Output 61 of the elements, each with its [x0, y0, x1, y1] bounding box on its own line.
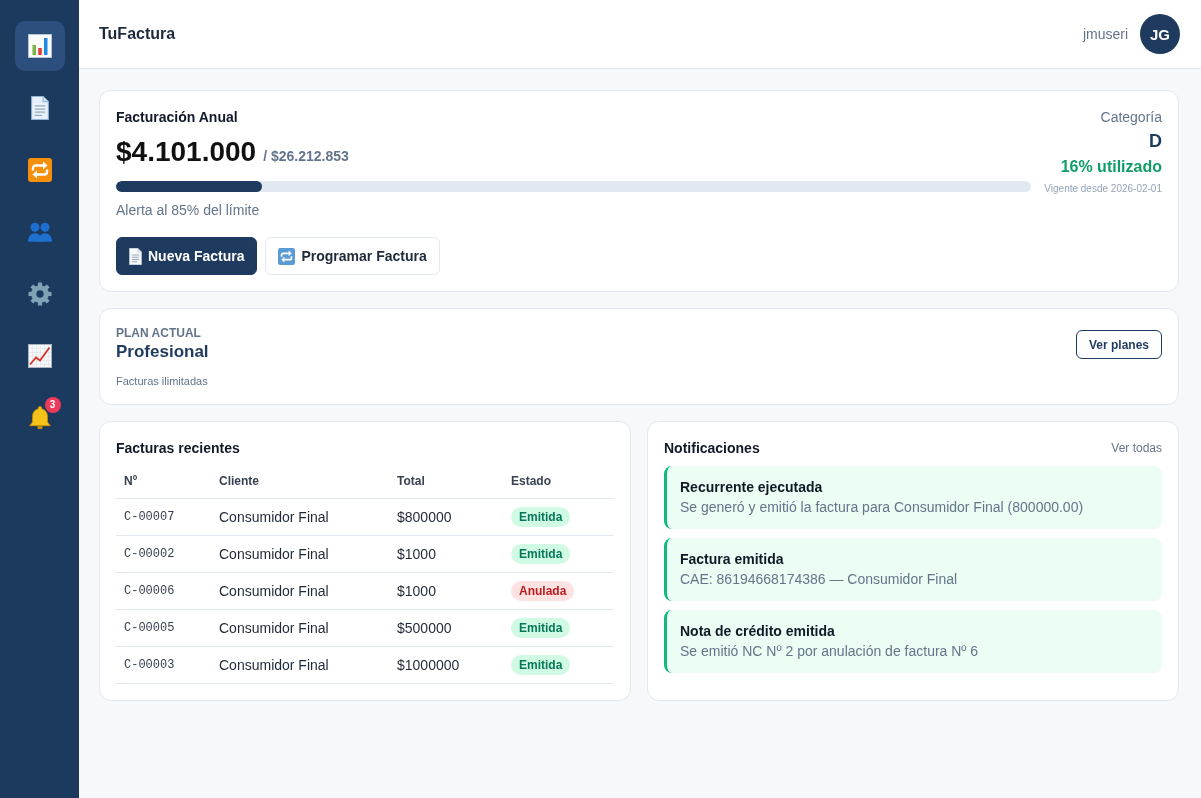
- notification-message: Se emitió NC Nº 2 por anulación de factura Nº 6: [680, 642, 980, 661]
- document-icon: [129, 247, 142, 265]
- bell-icon: [28, 406, 51, 430]
- column-header: Nº: [116, 464, 211, 499]
- table-cell: Consumidor Final: [211, 609, 389, 647]
- category-value: D: [1149, 130, 1162, 153]
- new-invoice-button[interactable]: Nueva Factura: [116, 237, 258, 275]
- notification-title: Nota de crédito emitida: [680, 622, 836, 641]
- table-cell: $500000: [389, 609, 503, 647]
- usage-text: 16% utilizado: [1060, 157, 1162, 177]
- plan-name: Profesional: [116, 341, 209, 363]
- category-label: Categoría: [1100, 108, 1162, 127]
- table-cell: Consumidor Final: [211, 572, 389, 610]
- username-label: jmuseri: [1082, 26, 1128, 42]
- count-badge: 3: [44, 397, 61, 413]
- status-badge: Anulada: [511, 581, 575, 601]
- notification-title: Factura emitida: [680, 550, 785, 569]
- refresh-icon: [278, 247, 296, 265]
- column-header: Total: [389, 464, 503, 499]
- status-badge: Emitida: [511, 544, 571, 564]
- section-label: PLAN ACTUAL: [116, 325, 202, 341]
- notification-message: CAE: 86194668174386 — Consumidor Final: [680, 570, 959, 589]
- table-cell: $1000000: [389, 646, 503, 684]
- app-title: TuFactura: [99, 25, 176, 43]
- view-all-link[interactable]: Ver todas: [1111, 441, 1162, 455]
- table-cell: C-00003: [116, 646, 211, 684]
- user-avatar[interactable]: JG: [1140, 14, 1180, 54]
- table-cell: $1000: [389, 535, 503, 573]
- users-icon: [27, 222, 52, 242]
- billing-amount: $4.101.000: [116, 135, 257, 169]
- table-cell: Consumidor Final: [211, 498, 389, 536]
- status-badge: Emitida: [511, 655, 571, 675]
- column-header: Cliente: [211, 464, 389, 499]
- table-cell: C-00005: [116, 609, 211, 647]
- sidebar-nav-button[interactable]: [14, 21, 65, 71]
- schedule-invoice-button[interactable]: Programar Factura: [265, 237, 440, 275]
- notification-message: Se generó y emitió la factura para Consumidor Final (800000.00): [680, 498, 1085, 517]
- bar-chart-icon: [27, 34, 52, 58]
- card-title: Facturación Anual: [116, 108, 239, 127]
- table-cell: C-00007: [116, 498, 211, 536]
- alert-text: Alerta al 85% del límite: [116, 201, 261, 220]
- card-title: Facturas recientes: [116, 439, 241, 458]
- billing-limit: / $26.212.853: [263, 148, 349, 164]
- line-chart-icon: [27, 344, 52, 368]
- valid-since-text: Vigente desde 2026-02-01: [1044, 182, 1162, 196]
- table-cell: $800000: [389, 498, 503, 536]
- document-icon: [30, 96, 49, 120]
- repeat-icon: [27, 158, 52, 182]
- view-plans-button[interactable]: Ver planes: [1075, 330, 1162, 359]
- plan-detail: Facturas ilimitadas: [116, 374, 209, 388]
- status-badge: Emitida: [511, 507, 571, 527]
- table-cell: Consumidor Final: [211, 646, 389, 684]
- column-header: Estado: [503, 464, 614, 499]
- card-title: Notificaciones: [664, 439, 760, 458]
- table-cell: $1000: [389, 572, 503, 610]
- settings-icon: [27, 282, 52, 306]
- table-cell: C-00002: [116, 535, 211, 573]
- table-cell: C-00006: [116, 572, 211, 610]
- table-cell: Consumidor Final: [211, 535, 389, 573]
- status-badge: Emitida: [511, 618, 571, 638]
- notification-title: Recurrente ejecutada: [680, 478, 824, 497]
